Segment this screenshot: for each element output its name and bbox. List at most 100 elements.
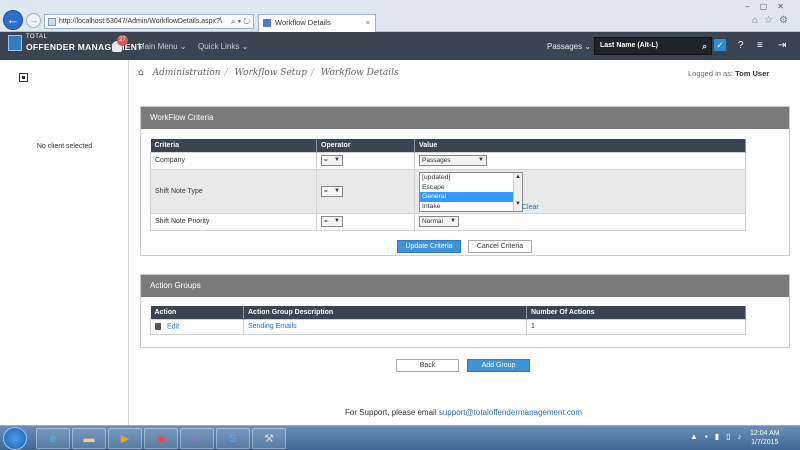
support-email-link[interactable]: support@totaloffendermanagement.com xyxy=(439,408,582,417)
breadcrumb-item[interactable]: Workflow Setup xyxy=(234,68,306,78)
main-menu[interactable]: Main Menu ⌄ xyxy=(138,42,187,51)
back-button[interactable]: Back xyxy=(396,359,459,372)
passages-menu[interactable]: Passages ⌄ xyxy=(547,42,591,51)
value-cell: Passages ▼ xyxy=(414,151,746,170)
logo-icon xyxy=(8,35,22,51)
logged-in-label: Logged in as: xyxy=(688,69,734,78)
chevron-down-icon: ▼ xyxy=(334,187,340,194)
browser-toolbar: ← → http://localhost:53047/Admin/Workflo… xyxy=(0,0,800,32)
column-header: Number Of Actions xyxy=(526,306,746,319)
address-bar[interactable]: http://localhost:53047/Admin/WorkflowDet… xyxy=(44,14,254,29)
criteria-cell: Company xyxy=(150,151,317,170)
company-select[interactable]: Passages ▼ xyxy=(419,155,487,166)
list-item[interactable]: Escape xyxy=(420,183,522,193)
quick-links-menu[interactable]: Quick Links ⌄ xyxy=(198,42,248,51)
criteria-cell: Shift Note Type xyxy=(150,168,317,214)
cancel-criteria-button[interactable]: Cancel Criteria xyxy=(468,240,532,253)
tab-favicon-icon xyxy=(263,19,271,27)
column-header: Action xyxy=(150,306,244,319)
tool-icon[interactable]: ⚒ xyxy=(252,428,286,449)
chevron-down-icon: ▼ xyxy=(334,218,340,224)
chevron-down-icon: ▼ xyxy=(334,157,340,163)
operator-cell: = ▼ xyxy=(316,168,415,214)
operator-select[interactable]: = ▼ xyxy=(321,185,343,197)
visual-studio-icon[interactable]: ∞ xyxy=(180,428,214,449)
checkbox-icon[interactable]: ✓ xyxy=(714,39,726,51)
operator-value: = xyxy=(324,218,328,225)
priority-select[interactable]: Normal ▼ xyxy=(419,216,459,227)
company-value: Passages xyxy=(422,157,451,164)
operator-cell: = ▼ xyxy=(316,212,415,231)
notification-badge[interactable]: 27 xyxy=(117,35,128,46)
address-search-icon[interactable]: ⌕ ▾ ↻ xyxy=(231,15,250,28)
breadcrumb-item: Workflow Details xyxy=(320,68,399,78)
column-header: Criteria xyxy=(150,139,317,152)
taskbar: e ▬ ▶ ◉ ∞ S ⚒ ▲▪▮▯♪ 12:04 AM 1/7/2015 xyxy=(0,425,800,450)
list-item-selected[interactable]: General xyxy=(420,192,522,202)
table-header-row: Criteria Operator Value xyxy=(150,139,746,152)
table-row: Company = ▼ Passages ▼ xyxy=(150,151,746,170)
clock-time: 12:04 AM xyxy=(750,430,780,437)
logged-in-user: Tom User xyxy=(735,69,770,78)
breadcrumb-item[interactable]: Administration xyxy=(153,68,221,78)
update-criteria-button[interactable]: Update Criteria xyxy=(397,240,461,253)
scrollbar[interactable]: ▲ ▼ xyxy=(513,173,522,211)
list-item[interactable]: [updated] xyxy=(420,173,522,183)
no-client-label: No client selected xyxy=(36,143,93,150)
clear-link[interactable]: Clear xyxy=(522,204,539,211)
media-player-icon[interactable]: ▶ xyxy=(108,428,142,449)
description-link[interactable]: Sending Emails xyxy=(248,323,297,330)
value-cell: Normal ▼ xyxy=(414,212,746,231)
add-group-button[interactable]: Add Group xyxy=(467,359,530,372)
support-footer: For Support, please email support@totalo… xyxy=(0,408,800,417)
forward-arrow-icon[interactable]: → xyxy=(26,13,41,28)
list-item[interactable]: Intake xyxy=(420,202,522,212)
panel-title: WorkFlow Criteria xyxy=(141,107,789,129)
browser-icons[interactable]: ⌂☆⚙ xyxy=(752,15,794,26)
skype-icon[interactable]: S xyxy=(216,428,250,449)
hamburger-menu-icon[interactable]: ≡ xyxy=(757,40,763,51)
operator-value: = xyxy=(324,157,328,164)
browser-tab[interactable]: Workflow Details × xyxy=(258,14,376,32)
sidebar xyxy=(0,60,129,425)
logged-in-info: Logged in as: Tom User xyxy=(688,69,769,78)
page-icon xyxy=(48,18,56,26)
tab-title: Workflow Details xyxy=(275,18,331,27)
table-row: Edit Sending Emails 1 xyxy=(150,318,746,335)
back-arrow-icon[interactable]: ← xyxy=(3,10,23,30)
column-header: Operator xyxy=(316,139,415,152)
address-url: http://localhost:53047/Admin/WorkflowDet… xyxy=(59,18,222,25)
search-icon[interactable]: ⌕ xyxy=(702,38,707,54)
operator-select[interactable]: = ▼ xyxy=(321,216,343,227)
column-header: Value xyxy=(414,139,746,152)
chevron-down-icon: ▼ xyxy=(478,157,484,163)
folder-icon[interactable]: ▬ xyxy=(72,428,106,449)
trash-icon[interactable] xyxy=(155,322,161,330)
operator-cell: = ▼ xyxy=(316,151,415,170)
shift-note-type-listbox[interactable]: [updated] Escape General Intake ▲ ▼ xyxy=(419,172,523,212)
operator-value: = xyxy=(324,187,328,195)
table-header-row: Action Action Group Description Number O… xyxy=(150,306,746,319)
logout-icon[interactable]: ⇥ xyxy=(778,40,786,51)
count-cell: 1 xyxy=(526,318,746,335)
edit-link[interactable]: Edit xyxy=(167,323,179,330)
clock[interactable]: 12:04 AM 1/7/2015 xyxy=(750,429,780,447)
ie-icon[interactable]: e xyxy=(36,428,70,449)
criteria-cell: Shift Note Priority xyxy=(150,212,317,231)
brand-line1: TOTAL xyxy=(26,34,48,40)
system-tray-icons[interactable]: ▲▪▮▯♪ xyxy=(690,432,749,441)
tab-close-icon[interactable]: × xyxy=(366,15,370,31)
chrome-icon[interactable]: ◉ xyxy=(144,428,178,449)
operator-select[interactable]: = ▼ xyxy=(321,155,343,166)
client-photo-icon xyxy=(19,73,28,82)
client-search-input[interactable]: Last Name (Alt-L) ⌕ xyxy=(594,37,712,55)
description-cell: Sending Emails xyxy=(243,318,527,335)
home-icon[interactable]: ⌂ xyxy=(138,68,144,78)
action-groups-table: Action Action Group Description Number O… xyxy=(150,306,746,335)
table-row: Shift Note Priority = ▼ Normal ▼ xyxy=(150,212,746,231)
window-controls[interactable]: –▢✕ xyxy=(745,2,794,11)
help-icon[interactable]: ? xyxy=(738,40,744,51)
chevron-down-icon: ▼ xyxy=(450,218,456,224)
panel-title: Action Groups xyxy=(141,275,789,297)
start-button-icon[interactable] xyxy=(3,427,27,450)
